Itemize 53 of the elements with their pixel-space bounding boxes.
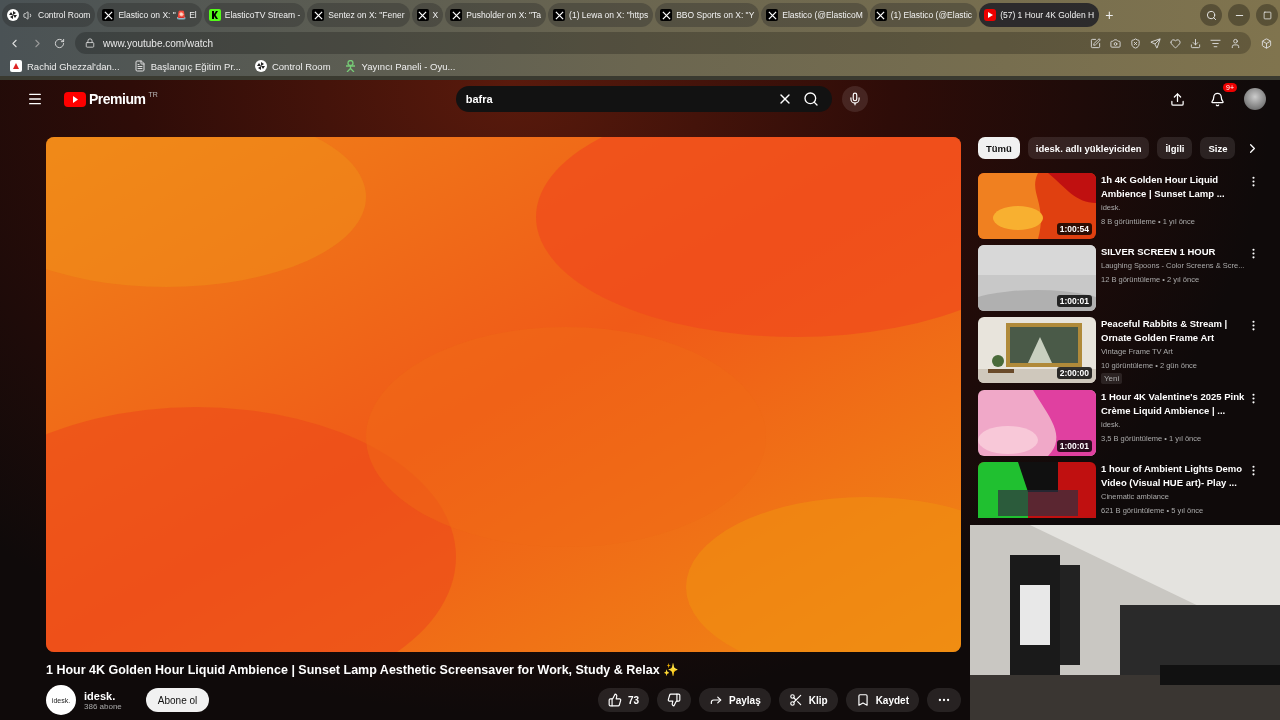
bookmark[interactable]: Başlangıç Eğitim Pr...: [133, 60, 241, 72]
tab-title: Elastico (@ElasticoM: [782, 10, 863, 20]
bookmark[interactable]: Yayıncı Paneli - Oyu...: [344, 60, 456, 72]
browser-tab[interactable]: Pusholder on X: "Ta: [445, 3, 547, 27]
save-button[interactable]: Kaydet: [845, 688, 919, 712]
browser-tab[interactable]: (1) Elastico (@Elastic: [869, 3, 978, 27]
subscribe-button[interactable]: Abone ol: [145, 688, 210, 712]
bookmark[interactable]: Rachid Ghezzal'dan...: [10, 60, 120, 72]
browser-tab[interactable]: Elastico (@ElasticoM: [761, 3, 868, 27]
tab-title: (1) Lewa on X: "https: [569, 10, 649, 20]
duration-label: 2:00:00: [1056, 367, 1092, 379]
clip-button[interactable]: Klip: [778, 688, 838, 712]
filter-chip[interactable]: Size: [1200, 137, 1236, 159]
video-title[interactable]: SILVER SCREEN 1 HOUR: [1101, 245, 1262, 259]
tab-title: Sentez on X: "Fener: [328, 10, 405, 20]
browser-tab[interactable]: Control Room: [2, 3, 96, 27]
filter-chip[interactable]: İlgili: [1157, 137, 1193, 159]
video-title[interactable]: 1 Hour 4K Valentine's 2025 Pink Crème Liquid Ambience | ...: [1101, 390, 1262, 418]
browser-tab[interactable]: X: [411, 3, 444, 27]
channel-name[interactable]: idesk.: [84, 689, 122, 702]
browser-tab[interactable]: ElasticoTV Stream -: [203, 3, 306, 27]
filter-chip[interactable]: Tümü: [978, 137, 1020, 159]
address-bar[interactable]: www.youtube.com/watch: [75, 32, 1251, 54]
new-tab-button[interactable]: +: [1101, 7, 1118, 23]
filter-chip[interactable]: idesk. adlı yükleyiciden: [1027, 137, 1150, 159]
tab-title: (57) 1 Hour 4K Golden H: [1000, 10, 1095, 20]
video-title[interactable]: 1 hour of Ambient Lights Demo Video (Visual HUE art)- Play ...: [1101, 462, 1262, 490]
search-field[interactable]: bafra: [455, 86, 832, 112]
tab-title: Pusholder on X: "Ta: [466, 10, 542, 20]
browser-tab[interactable]: Sentez on X: "Fener: [307, 3, 410, 27]
duration-label: 1:00:01: [1056, 295, 1092, 307]
video-title[interactable]: 1h 4K Golden Hour Liquid Ambience | Sunset Lamp ...: [1101, 173, 1262, 201]
url-text: www.youtube.com/watch: [103, 37, 214, 49]
new-badge: Yeni: [1101, 373, 1123, 384]
tab-title: BBO Sports on X: "Y: [676, 10, 755, 20]
premium-logo[interactable]: Premium $^{TR}$: [64, 91, 158, 107]
duration-label: 1:00:01: [1056, 440, 1092, 452]
video-title: 1 Hour 4K Golden Hour Liquid Ambience | Sunset Lamp Aesthetic Screensaver for Work, Study & Relax ✨: [46, 662, 681, 677]
browser-tab[interactable]: Elastico on X: "🚨 El: [97, 3, 202, 27]
duration-label: 1:00:54: [1056, 223, 1092, 235]
subscriber-count: 386 abone: [84, 701, 122, 711]
like-button[interactable]: 73: [597, 688, 650, 712]
browser-tab[interactable]: (1) Lewa on X: "https: [548, 3, 654, 27]
tab-title: X: [432, 10, 439, 20]
bookmark[interactable]: Control Room: [254, 60, 331, 72]
video-title[interactable]: Peaceful Rabbits & Stream | Ornate Golden Frame Art: [1101, 317, 1262, 345]
tab-title: (1) Elastico (@Elastic: [890, 10, 973, 20]
tab-title: ElasticoTV Stream -: [224, 10, 301, 20]
share-button[interactable]: Paylaş: [699, 688, 771, 712]
tab-title: Control Room: [38, 10, 91, 20]
browser-tab[interactable]: (57) 1 Hour 4K Golden H: [979, 3, 1100, 27]
browser-tab[interactable]: BBO Sports on X: "Y: [655, 3, 760, 27]
tab-title: Elastico on X: "🚨 El: [118, 10, 197, 20]
